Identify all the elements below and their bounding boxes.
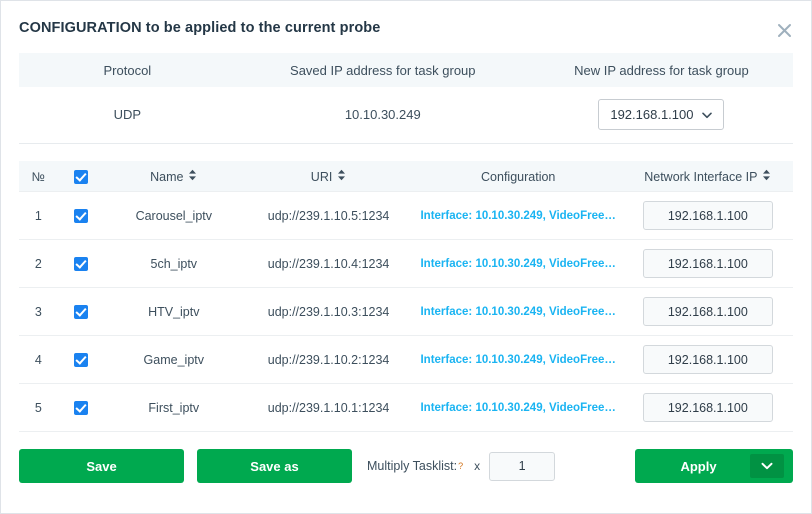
multiply-tasklist-label: Multiply Tasklist:	[367, 459, 457, 473]
apply-button-label: Apply	[635, 449, 744, 483]
row-uri: udp://239.1.10.1:1234	[243, 384, 413, 432]
row-checkbox[interactable]	[74, 257, 88, 271]
row-uri: udp://239.1.10.4:1234	[243, 240, 413, 288]
row-checkbox[interactable]	[74, 401, 88, 415]
column-header-name[interactable]: Name	[104, 161, 243, 192]
save-button[interactable]: Save	[19, 449, 184, 483]
apply-dropdown-toggle[interactable]	[750, 454, 784, 478]
row-name: Carousel_iptv	[104, 192, 243, 240]
multiply-times-symbol: x	[474, 459, 480, 473]
sort-arrows-icon	[188, 169, 197, 184]
multiply-tasklist-input[interactable]	[489, 452, 555, 481]
row-name: 5ch_iptv	[104, 240, 243, 288]
multiply-tasklist-group: Multiply Tasklist: ? x	[367, 452, 555, 481]
sort-uri[interactable]: URI	[311, 169, 347, 184]
row-network-interface-ip-input[interactable]	[643, 345, 773, 374]
chevron-down-icon	[702, 107, 712, 122]
row-configuration-link[interactable]: Interface: 10.10.30.249, VideoFree…	[414, 210, 623, 222]
sort-network-interface-ip[interactable]: Network Interface IP	[644, 169, 771, 184]
row-uri: udp://239.1.10.5:1234	[243, 192, 413, 240]
info-row: UDP 10.10.30.249 192.168.1.100	[19, 87, 793, 144]
tasklist-header-row: № Name	[19, 161, 793, 192]
row-configuration-link[interactable]: Interface: 10.10.30.249, VideoFree…	[414, 402, 623, 414]
column-header-uri-label: URI	[311, 170, 333, 184]
table-row: 4 Game_iptv udp://239.1.10.2:1234 Interf…	[19, 336, 793, 384]
row-number: 4	[19, 336, 58, 384]
dialog-titlebar: CONFIGURATION to be applied to the curre…	[1, 1, 811, 53]
row-checkbox[interactable]	[74, 209, 88, 223]
row-configuration-link[interactable]: Interface: 10.10.30.249, VideoFree…	[414, 258, 623, 270]
info-saved-ip-value: 10.10.30.249	[236, 87, 530, 144]
tasklist-table-container: № Name	[1, 144, 811, 439]
new-ip-select[interactable]: 192.168.1.100	[598, 99, 724, 130]
column-header-configuration: Configuration	[414, 161, 623, 192]
row-configuration-link[interactable]: Interface: 10.10.30.249, VideoFree…	[414, 306, 623, 318]
row-name: First_iptv	[104, 384, 243, 432]
row-name: Game_iptv	[104, 336, 243, 384]
page-title: CONFIGURATION to be applied to the curre…	[19, 20, 791, 36]
column-header-uri[interactable]: URI	[243, 161, 413, 192]
row-checkbox[interactable]	[74, 353, 88, 367]
new-ip-select-value: 192.168.1.100	[610, 107, 693, 122]
column-header-select-all	[58, 161, 104, 192]
info-header-saved-ip: Saved IP address for task group	[236, 53, 530, 87]
row-network-interface-ip-input[interactable]	[643, 393, 773, 422]
info-table: Protocol Saved IP address for task group…	[19, 53, 793, 144]
apply-button[interactable]: Apply	[635, 449, 793, 483]
column-header-network-interface-ip[interactable]: Network Interface IP	[623, 161, 793, 192]
row-uri: udp://239.1.10.3:1234	[243, 288, 413, 336]
sort-arrows-icon	[762, 169, 771, 184]
row-uri: udp://239.1.10.2:1234	[243, 336, 413, 384]
table-row: 1 Carousel_iptv udp://239.1.10.5:1234 In…	[19, 192, 793, 240]
row-number: 5	[19, 384, 58, 432]
info-header-protocol: Protocol	[19, 53, 236, 87]
configuration-dialog: CONFIGURATION to be applied to the curre…	[0, 0, 812, 514]
sort-arrows-icon	[337, 169, 346, 184]
select-all-checkbox[interactable]	[74, 170, 88, 184]
info-protocol-value: UDP	[19, 87, 236, 144]
row-network-interface-ip-input[interactable]	[643, 201, 773, 230]
row-checkbox[interactable]	[74, 305, 88, 319]
row-name: HTV_iptv	[104, 288, 243, 336]
column-header-name-label: Name	[150, 170, 183, 184]
table-row: 5 First_iptv udp://239.1.10.1:1234 Inter…	[19, 384, 793, 432]
column-header-network-interface-ip-label: Network Interface IP	[644, 170, 757, 184]
save-as-button[interactable]: Save as	[197, 449, 352, 483]
table-row: 3 HTV_iptv udp://239.1.10.3:1234 Interfa…	[19, 288, 793, 336]
row-network-interface-ip-input[interactable]	[643, 249, 773, 278]
row-network-interface-ip-input[interactable]	[643, 297, 773, 326]
info-header-row: Protocol Saved IP address for task group…	[19, 53, 793, 87]
help-icon[interactable]: ?	[458, 461, 463, 471]
row-number: 2	[19, 240, 58, 288]
column-header-number: №	[19, 161, 58, 192]
row-number: 3	[19, 288, 58, 336]
task-group-info: Protocol Saved IP address for task group…	[1, 53, 811, 144]
close-icon[interactable]	[771, 17, 797, 43]
dialog-footer: Save Save as Multiply Tasklist: ? x Appl…	[1, 439, 811, 513]
info-header-new-ip: New IP address for task group	[530, 53, 793, 87]
tasklist-body: 1 Carousel_iptv udp://239.1.10.5:1234 In…	[19, 192, 793, 432]
table-row: 2 5ch_iptv udp://239.1.10.4:1234 Interfa…	[19, 240, 793, 288]
row-configuration-link[interactable]: Interface: 10.10.30.249, VideoFree…	[414, 354, 623, 366]
row-number: 1	[19, 192, 58, 240]
sort-name[interactable]: Name	[150, 169, 197, 184]
tasklist-table: № Name	[19, 161, 793, 432]
